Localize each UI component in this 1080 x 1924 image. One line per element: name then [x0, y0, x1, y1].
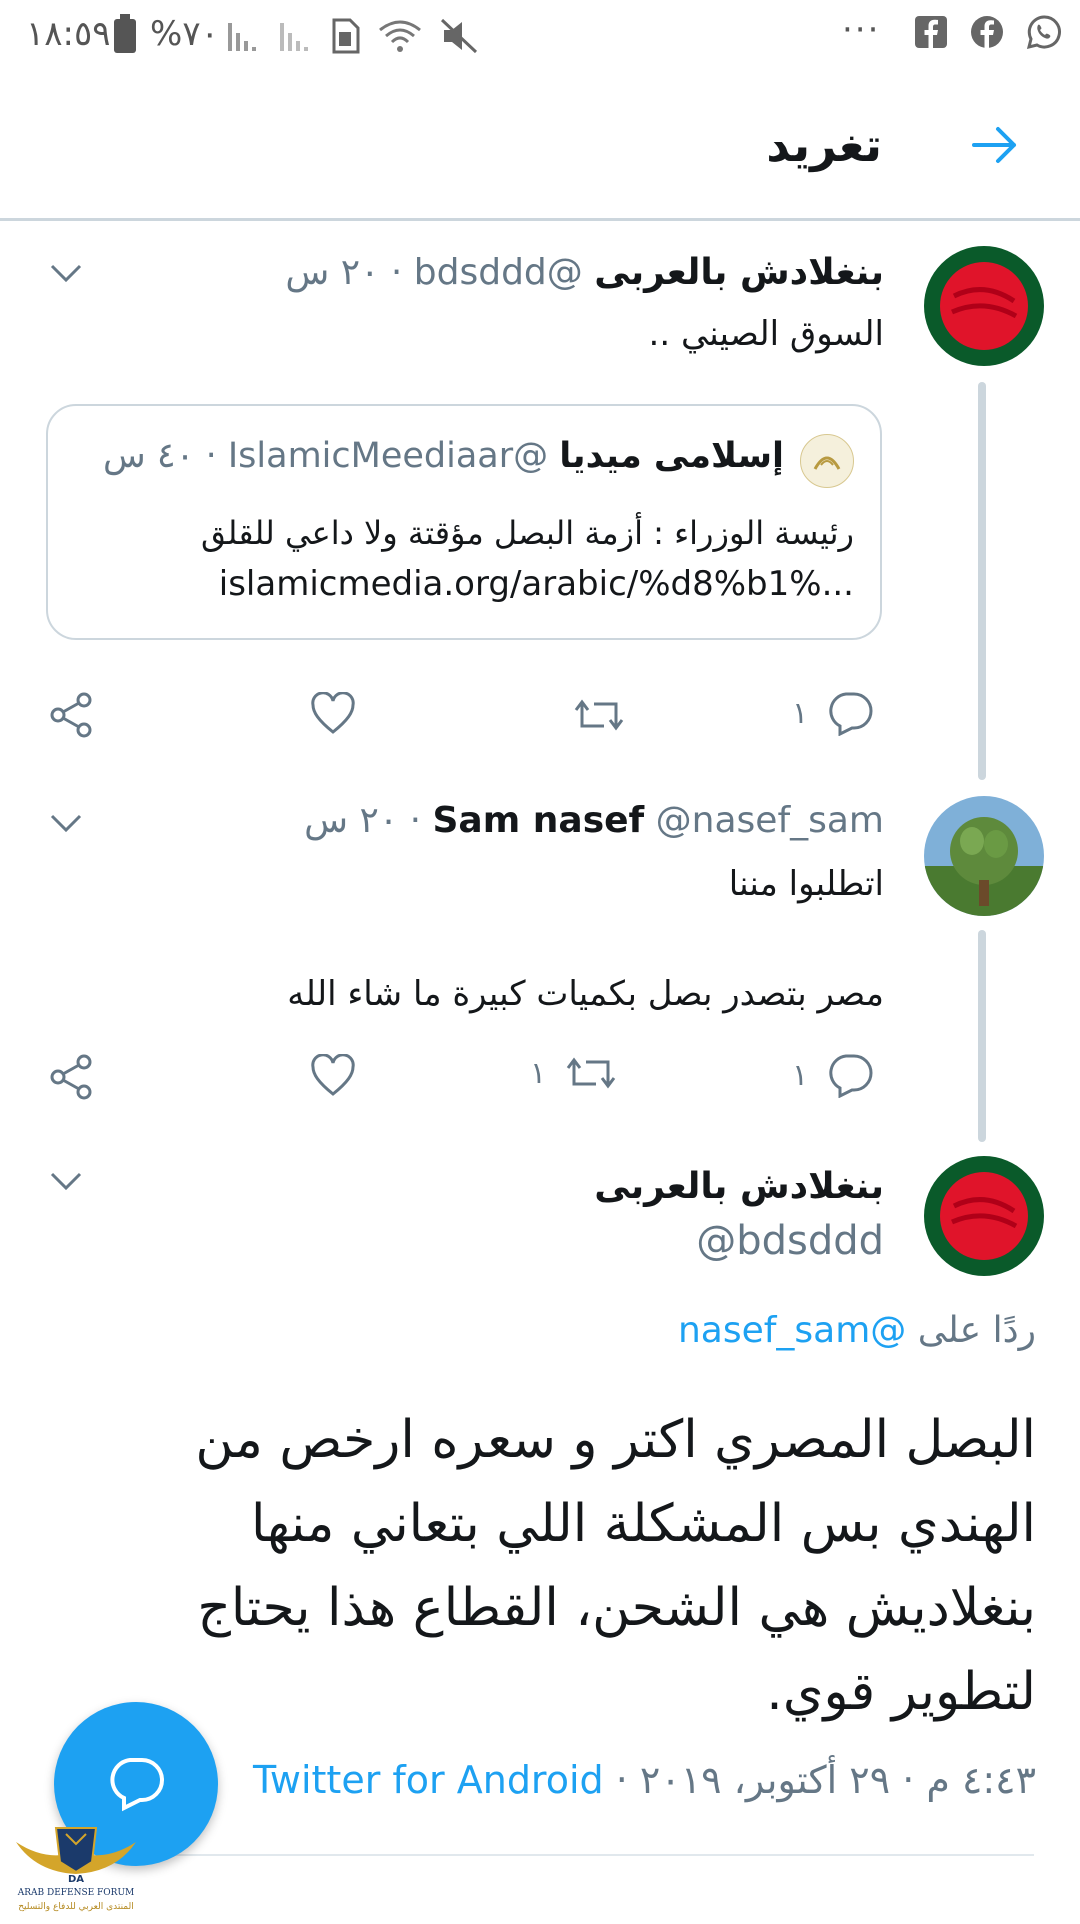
chevron-down-icon[interactable]: [46, 258, 86, 288]
quoted-tweet-text: رئيسة الوزراء : أزمة البصل مؤقتة ولا داع…: [200, 514, 854, 552]
quoted-user-name: إسلامى ميديا: [559, 436, 784, 476]
tweet-actions: ١: [0, 686, 1080, 746]
more-icon[interactable]: ···: [842, 10, 880, 50]
avatar[interactable]: [924, 246, 1044, 366]
tweet-time: · ٢٠ س: [304, 800, 422, 841]
retweet-icon[interactable]: [572, 694, 626, 736]
tweet-meta: ٤:٤٣ م · ٢٩ أكتوبر، ٢٠١٩ · Twitter for A…: [253, 1758, 1036, 1802]
signal-icon: [228, 23, 256, 51]
bangladesh-flag-avatar: [924, 246, 1044, 366]
tweet-header: بنغلادش بالعربى @bdsddd · ٢٠ س: [285, 252, 884, 293]
tweet-text-line: الهندي بس المشكلة اللي بتعاني منها: [250, 1494, 1036, 1554]
logo-abbr: DA: [67, 1874, 85, 1885]
tweet-time: · ٢٠ س: [285, 252, 403, 293]
tweet-text: اتطلبوا مننا: [728, 864, 884, 904]
user-handle[interactable]: @bdsddd: [696, 1218, 884, 1264]
tweet-text-line: البصل المصري اكتر و سعره ارخص من: [195, 1410, 1036, 1470]
reply-count: ١: [792, 695, 809, 731]
quoted-user-handle: @IslamicMeediaar: [227, 436, 549, 476]
battery-icon: [114, 14, 136, 53]
chevron-down-icon[interactable]: [46, 808, 86, 838]
tweet-actions: ١ ١: [0, 1048, 1080, 1108]
sim-icon: [332, 18, 360, 54]
retweet-icon: [566, 1057, 616, 1089]
share-icon[interactable]: [48, 692, 94, 738]
tweet-text: مصر بتصدر بصل بكميات كبيرة ما شاء الله: [287, 974, 884, 1014]
retweet-action[interactable]: ١: [530, 1052, 618, 1094]
quoted-tweet-time: · ٤٠ س: [102, 436, 217, 476]
tweet-text-line: بنغلاديش هي الشحن، القطاع هذا يحتاج: [197, 1578, 1036, 1638]
thread-line: [978, 930, 986, 1142]
tweet-timestamp: ٤:٤٣ م · ٢٩ أكتوبر، ٢٠١٩ ·: [615, 1758, 1036, 1802]
logo-text-ar: المنتدى العربي للدفاع والتسليح: [18, 1902, 134, 1912]
notification-icons: [914, 14, 1062, 50]
compose-reply-icon: [110, 1758, 164, 1812]
signal-icon: [280, 23, 308, 51]
islamic-media-logo-icon: [813, 456, 841, 470]
reply-count: ١: [792, 1057, 809, 1093]
wifi-icon: [379, 20, 421, 52]
heart-icon[interactable]: [310, 1054, 356, 1098]
avatar[interactable]: [924, 1156, 1044, 1276]
facebook-square-icon: [915, 16, 947, 48]
quoted-tweet-header: إسلامى ميديا @IslamicMeediaar · ٤٠ س: [103, 436, 784, 476]
main-tweet-text: البصل المصري اكتر و سعره ارخص من الهندي …: [195, 1398, 1036, 1734]
reply-to-prefix: ردًا على: [917, 1310, 1036, 1351]
user-name[interactable]: Sam nasef: [433, 800, 645, 841]
tweet-text-line: لتطوير قوي.: [766, 1662, 1036, 1722]
divider: [150, 1854, 1034, 1856]
tweet-text: السوق الصيني ..: [648, 314, 884, 354]
user-handle[interactable]: @bdsddd: [414, 252, 583, 293]
reply-icon: [829, 1054, 873, 1098]
bangladesh-flag-avatar: [924, 1156, 1044, 1276]
share-icon[interactable]: [48, 1054, 94, 1100]
status-time: ١٨:٥٩: [26, 14, 111, 54]
battery-percent: %٧٠: [150, 14, 219, 54]
reply-context: ردًا على @nasef_sam: [678, 1310, 1036, 1351]
page-title: تغريد: [766, 118, 882, 172]
user-handle[interactable]: @nasef_sam: [656, 800, 884, 841]
status-bar: ١٨:٥٩ %٧٠ ···: [0, 0, 1080, 72]
user-name[interactable]: بنغلادش بالعربى: [594, 252, 884, 293]
user-name[interactable]: بنغلادش بالعربى: [594, 1166, 884, 1207]
reply-to-handle[interactable]: @nasef_sam: [678, 1310, 906, 1351]
forum-watermark-logo: DA ARAB DEFENSE FORUM المنتدى العربي للد…: [6, 1822, 146, 1920]
mute-icon: [440, 18, 478, 54]
heart-icon[interactable]: [310, 692, 356, 736]
quoted-tweet-card[interactable]: إسلامى ميديا @IslamicMeediaar · ٤٠ س رئي…: [46, 404, 882, 640]
arrow-icon[interactable]: [970, 120, 1020, 170]
avatar[interactable]: [924, 796, 1044, 916]
status-icons: [226, 14, 478, 58]
logo-text: ARAB DEFENSE FORUM: [17, 1888, 135, 1898]
tree-photo-avatar: [924, 796, 1044, 916]
chevron-down-icon[interactable]: [46, 1166, 86, 1196]
whatsapp-icon: [1026, 15, 1061, 50]
reply-icon: [829, 692, 873, 736]
top-app-bar: تغريد: [0, 72, 1080, 221]
facebook-icon: [971, 16, 1003, 48]
reply-action[interactable]: ١: [792, 690, 874, 736]
tweet-header: Sam nasef @nasef_sam · ٢٠ س: [304, 800, 884, 841]
tweet-source[interactable]: Twitter for Android: [253, 1758, 604, 1802]
avatar: [800, 434, 854, 488]
quoted-tweet-link[interactable]: islamicmedia.org/arabic/%d8%b1%...: [219, 564, 854, 604]
reply-action[interactable]: ١: [792, 1052, 874, 1098]
retweet-count: ١: [530, 1055, 547, 1091]
